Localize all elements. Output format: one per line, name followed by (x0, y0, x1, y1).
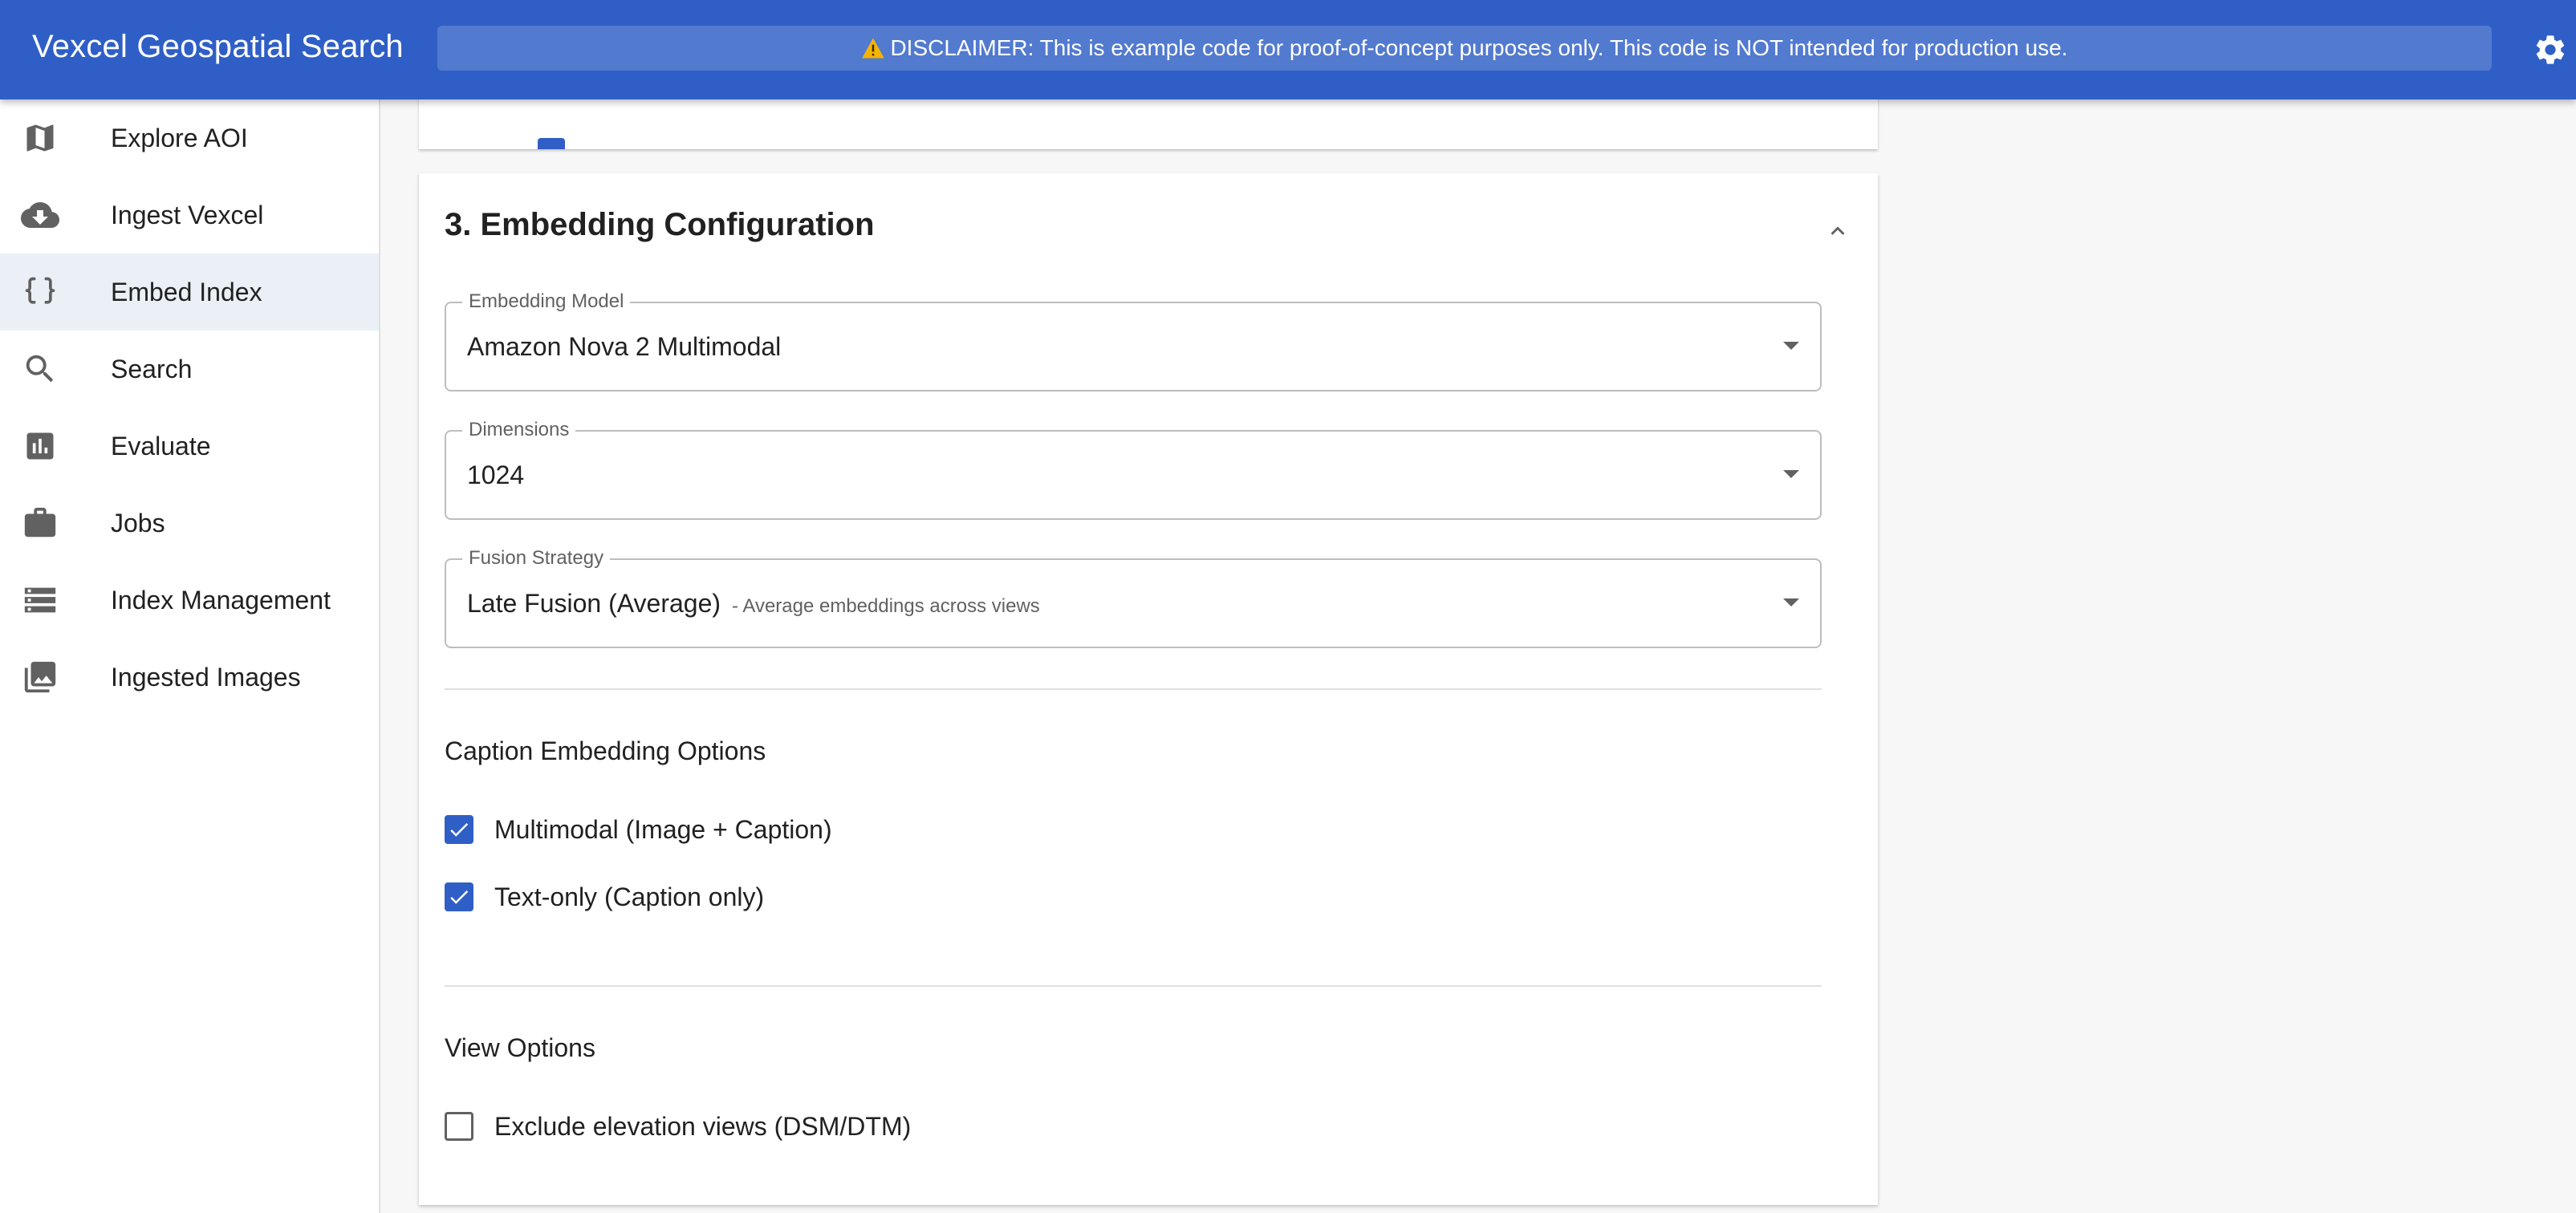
briefcase-icon (21, 504, 59, 542)
storage-icon (21, 581, 59, 619)
multimodal-checkbox-row[interactable]: Multimodal (Image + Caption) (445, 810, 832, 849)
sidebar-item-jobs[interactable]: Jobs (0, 485, 379, 562)
embedding-configuration-card: 3. Embedding Configuration Embedding Mod… (419, 173, 1878, 1205)
sidebar-item-label: Index Management (111, 585, 331, 615)
exclude-elevation-checkbox-row[interactable]: Exclude elevation views (DSM/DTM) (445, 1107, 911, 1146)
sidebar-item-label: Jobs (111, 508, 165, 538)
dropdown-arrow-icon (1783, 598, 1799, 606)
caption-options-title: Caption Embedding Options (445, 736, 766, 765)
fusion-strategy-label: Fusion Strategy (462, 547, 611, 570)
sidebar-item-label: Embed Index (111, 277, 262, 306)
disclaimer-banner: DISCLAIMER: This is example code for pro… (437, 26, 2492, 71)
embedding-model-value: Amazon Nova 2 Multimodal (467, 332, 782, 361)
multimodal-checkbox[interactable] (445, 815, 473, 844)
sidebar-item-evaluate[interactable]: Evaluate (0, 408, 379, 485)
embedding-model-select[interactable]: Embedding Model Amazon Nova 2 Multimodal (445, 290, 1822, 391)
embedding-model-label: Embedding Model (462, 290, 631, 313)
app-bar: Vexcel Geospatial Search DISCLAIMER: Thi… (0, 0, 2576, 99)
sidebar-item-ingested-images[interactable]: Ingested Images (0, 639, 379, 716)
sidebar-item-ingest-vexcel[interactable]: Ingest Vexcel (0, 176, 379, 254)
dropdown-arrow-icon (1783, 470, 1799, 478)
dimensions-value: 1024 (467, 460, 525, 489)
search-icon (21, 350, 59, 388)
code-braces-icon (21, 273, 59, 311)
fusion-strategy-select[interactable]: Fusion Strategy Late Fusion (Average) - A… (445, 547, 1822, 648)
text-only-checkbox[interactable] (445, 882, 473, 911)
chevron-up-icon (1830, 226, 1845, 235)
exclude-elevation-checkbox[interactable] (445, 1112, 473, 1141)
check-icon (450, 822, 469, 837)
view-options-title: View Options (445, 1033, 595, 1062)
sidebar-item-label: Ingest Vexcel (111, 200, 264, 229)
text-only-checkbox-row[interactable]: Text-only (Caption only) (445, 878, 764, 916)
fusion-strategy-text: Late Fusion (Average) (467, 589, 721, 618)
sidebar-item-search[interactable]: Search (0, 331, 379, 408)
sidebar-item-label: Ingested Images (111, 662, 301, 692)
divider (445, 985, 1822, 987)
fusion-strategy-hint: - Average embeddings across views (732, 595, 1040, 617)
sidebar-item-label: Search (111, 354, 193, 383)
dropdown-arrow-icon (1783, 342, 1799, 350)
fusion-strategy-value: Late Fusion (Average) - Average embedding… (467, 589, 1040, 619)
text-only-checkbox-label: Text-only (Caption only) (494, 882, 765, 911)
cloud-download-icon (21, 196, 59, 234)
checkbox-partial (538, 138, 565, 149)
app-title: Vexcel Geospatial Search (32, 29, 404, 64)
dimensions-label: Dimensions (462, 419, 576, 441)
divider (445, 688, 1822, 690)
exclude-elevation-checkbox-label: Exclude elevation views (DSM/DTM) (494, 1111, 912, 1141)
main-content: 3. Embedding Configuration Embedding Mod… (380, 99, 2576, 1213)
dimensions-select[interactable]: Dimensions 1024 (445, 419, 1822, 520)
warning-icon (862, 38, 885, 59)
section-title: 3. Embedding Configuration (445, 207, 875, 242)
sidebar-item-label: Evaluate (111, 431, 211, 460)
previous-section-card (419, 99, 1878, 149)
gear-icon (2536, 35, 2565, 64)
map-icon (21, 119, 59, 157)
image-library-icon (21, 658, 59, 696)
sidebar-item-index-management[interactable]: Index Management (0, 562, 379, 639)
settings-button[interactable] (2529, 29, 2571, 71)
collapse-button[interactable] (1820, 213, 1855, 249)
sidebar-item-embed-index[interactable]: Embed Index (0, 254, 379, 331)
bar-chart-icon (21, 427, 59, 465)
disclaimer-text: DISCLAIMER: This is example code for pro… (890, 35, 2068, 60)
check-icon (450, 890, 469, 904)
sidebar-item-label: Explore AOI (111, 123, 248, 152)
sidebar-nav: Explore AOI Ingest Vexcel Embed Index Se… (0, 99, 380, 1213)
multimodal-checkbox-label: Multimodal (Image + Caption) (494, 814, 832, 844)
sidebar-item-explore-aoi[interactable]: Explore AOI (0, 99, 379, 176)
